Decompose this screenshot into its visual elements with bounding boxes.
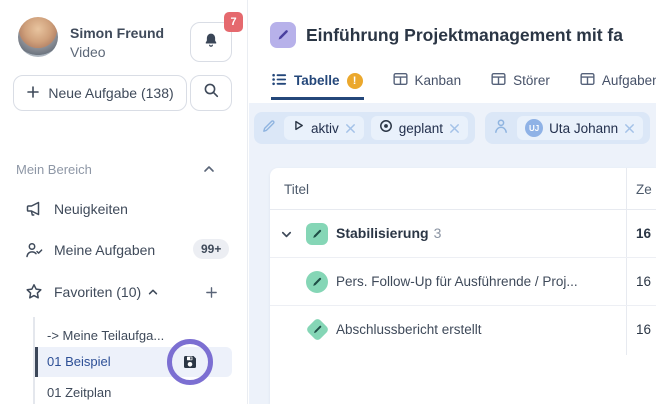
person-icon [492, 117, 510, 140]
table-header: Titel Ze [270, 168, 656, 210]
play-icon [292, 119, 305, 137]
milestone-pencil-icon [305, 317, 329, 341]
board-icon [393, 72, 408, 89]
phase-pencil-icon [306, 223, 328, 245]
user-name: Simon Freund [70, 25, 164, 41]
plus-icon [26, 85, 40, 102]
user-check-icon [24, 240, 44, 265]
notification-count-badge: 7 [224, 12, 243, 32]
selected-indicator [35, 347, 38, 377]
list-icon [272, 73, 287, 89]
close-icon[interactable] [624, 123, 635, 134]
board-icon [491, 72, 506, 89]
favorite-item-beispiel-selected[interactable]: 01 Beispiel [35, 347, 232, 377]
section-mein-bereich[interactable]: Mein Bereich [16, 161, 224, 179]
row-title: Stabilisierung3 [336, 225, 441, 241]
filter-chip-aktiv[interactable]: aktiv [284, 116, 364, 140]
tab-label: Kanban [415, 73, 462, 88]
column-header-zeitraum[interactable]: Ze [636, 182, 652, 197]
tab-label: Tabelle [294, 73, 340, 88]
chevron-up-icon [147, 285, 159, 301]
task-table: Titel Ze Stabilisierung3 16 [270, 168, 656, 404]
status-filter-group: aktiv geplant [254, 112, 475, 144]
tab-aufgabenstellung[interactable]: Aufgabenst [579, 66, 656, 100]
tab-tabelle[interactable]: Tabelle ! [271, 66, 364, 100]
task-pencil-icon [306, 271, 328, 293]
target-icon [379, 119, 393, 138]
filter-chip-uta-johann[interactable]: UJ Uta Johann [517, 116, 643, 140]
star-icon [24, 282, 44, 307]
tab-label: Störer [513, 73, 550, 88]
table-row-stabilisierung[interactable]: Stabilisierung3 16 [270, 210, 656, 258]
megaphone-icon [24, 199, 44, 224]
sidebar: Simon Freund Video 7 Neue Aufgabe (138) … [0, 0, 248, 404]
sidebar-item-label: Favoriten (10) [54, 284, 159, 301]
person-filter-group: UJ Uta Johann [485, 112, 650, 144]
person-avatar: UJ [525, 119, 543, 137]
main-area: Einführung Projektmanagement mit fa Tabe… [249, 0, 656, 404]
favorite-item-teilaufgaben[interactable]: -> Meine Teilaufga... [35, 325, 232, 347]
project-pencil-icon [270, 22, 296, 48]
column-header-titel[interactable]: Titel [284, 182, 309, 197]
row-title: Pers. Follow-Up für Ausführende / Proj..… [336, 274, 578, 289]
save-icon[interactable] [182, 354, 198, 370]
pencil-filter-icon [261, 118, 277, 139]
warning-badge: ! [347, 73, 363, 89]
tab-bar: Tabelle ! Kanban Störer Aufgabenst [271, 66, 656, 100]
tab-stoerer[interactable]: Störer [490, 66, 551, 100]
filter-chip-geplant[interactable]: geplant [371, 116, 468, 140]
board-icon [580, 72, 595, 89]
sidebar-item-meine-aufgaben[interactable]: Meine Aufgaben 99+ [0, 237, 232, 265]
sidebar-item-favoriten[interactable]: Favoriten (10) [0, 279, 232, 307]
row-value: 16 [636, 322, 651, 337]
new-task-button[interactable]: Neue Aufgabe (138) [13, 75, 187, 111]
table-row-abschlussbericht[interactable]: Abschlussbericht erstellt 16 [270, 306, 656, 354]
chevron-down-icon[interactable] [280, 228, 293, 246]
row-count: 3 [434, 225, 442, 241]
close-icon[interactable] [449, 123, 460, 134]
app-window: Simon Freund Video 7 Neue Aufgabe (138) … [0, 0, 656, 404]
page-title: Einführung Projektmanagement mit fa [306, 25, 656, 46]
row-value: 16 [636, 274, 651, 289]
user-avatar[interactable] [18, 17, 58, 57]
row-title: Abschlussbericht erstellt [336, 322, 482, 337]
section-title: Mein Bereich [16, 162, 92, 177]
tab-kanban[interactable]: Kanban [392, 66, 463, 100]
tab-label: Aufgabenst [602, 73, 656, 88]
bell-icon [202, 31, 220, 54]
user-subtitle: Video [70, 44, 106, 60]
table-row-followup[interactable]: Pers. Follow-Up für Ausführende / Proj..… [270, 258, 656, 306]
favorite-item-zeitplan[interactable]: 01 Zeitplan [35, 382, 232, 404]
close-icon[interactable] [345, 123, 356, 134]
sidebar-item-neuigkeiten[interactable]: Neuigkeiten [0, 196, 232, 224]
task-count-badge: 99+ [193, 239, 229, 259]
new-task-label: Neue Aufgabe (138) [48, 85, 173, 101]
filter-chips-row: aktiv geplant [254, 112, 650, 144]
chevron-up-icon[interactable] [202, 162, 216, 181]
search-icon [203, 82, 220, 104]
sidebar-item-label: Neuigkeiten [54, 201, 128, 217]
content-area: aktiv geplant [249, 103, 656, 404]
row-value: 16 [636, 226, 651, 241]
search-button[interactable] [190, 75, 232, 111]
sidebar-item-label: Meine Aufgaben [54, 242, 155, 258]
add-favorite-button[interactable] [200, 281, 222, 303]
